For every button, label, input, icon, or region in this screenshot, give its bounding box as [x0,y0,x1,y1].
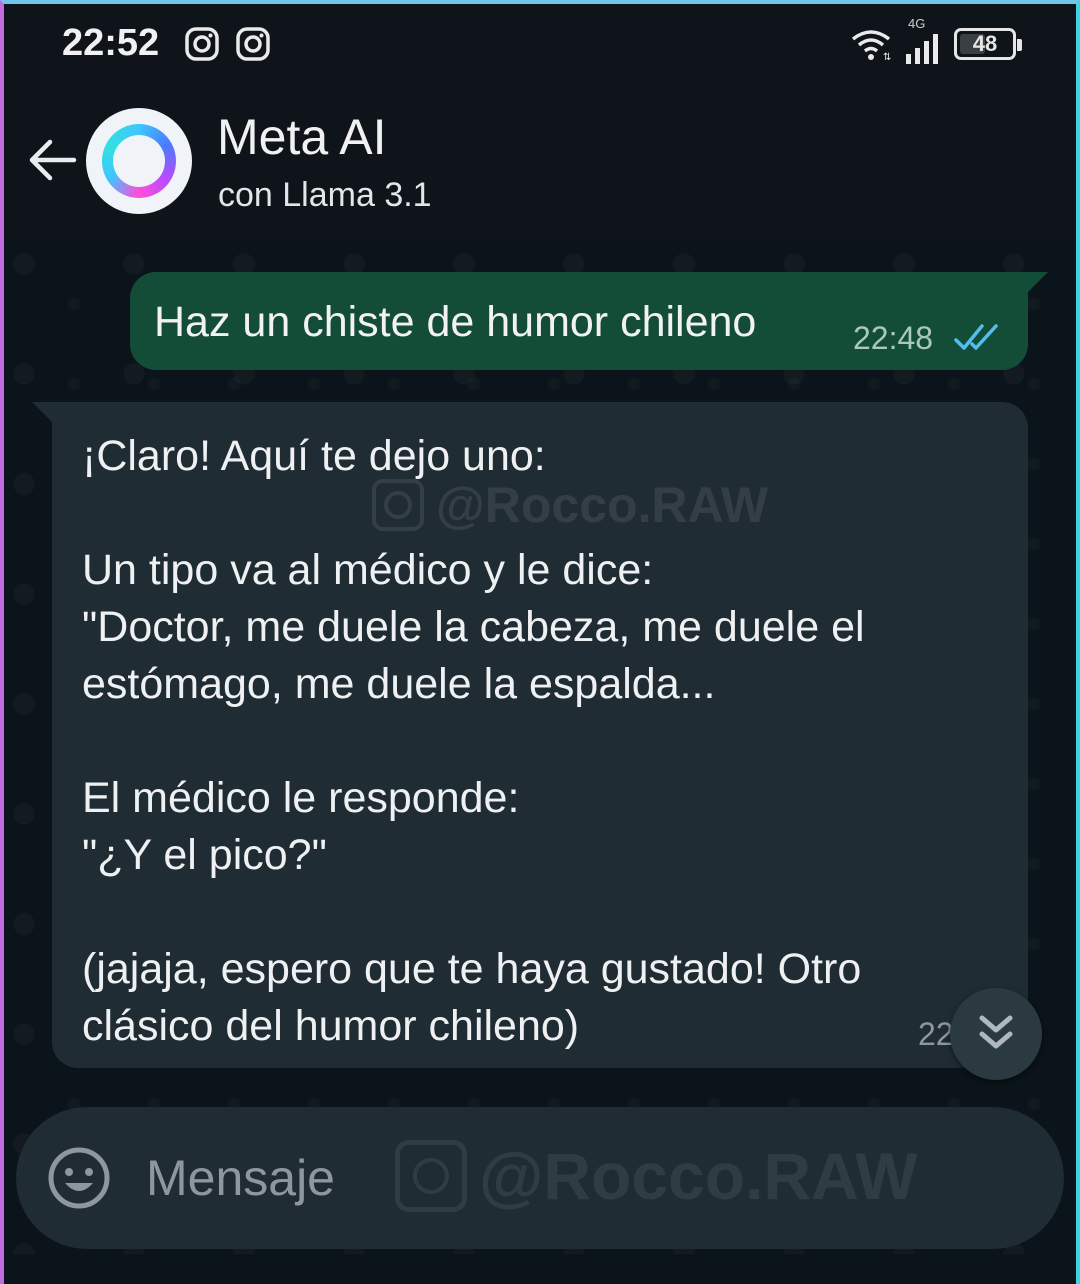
watermark: @Rocco.RAW [395,1138,917,1214]
watermark: @Rocco.RAW [372,476,768,534]
message-text: Haz un chiste de humor chileno [154,298,757,346]
message-time: 22 [918,1016,954,1052]
status-time: 22:52 [62,22,160,64]
battery-icon: 48 [954,28,1022,60]
instagram-watermark-icon [372,479,424,531]
status-bar: 22:52 ⇅ 4G 48 [4,4,1076,86]
watermark-text: @Rocco.RAW [479,1139,918,1213]
contact-name[interactable]: Meta AI [217,108,387,166]
message-input[interactable]: Mensaje [146,1149,335,1207]
instagram-watermark-icon [395,1140,467,1212]
instagram-icon [185,27,219,61]
wifi-icon: ⇅ [851,30,891,61]
svg-text:⇅: ⇅ [883,52,891,61]
outgoing-message-bubble[interactable]: Haz un chiste de humor chileno 22:48 [130,272,1048,370]
chat-header: Meta AI con Llama 3.1 [4,86,1076,244]
battery-level: 48 [972,31,998,56]
meta-ai-ring-icon [102,124,176,198]
message-time: 22:48 [853,320,934,356]
back-arrow-icon[interactable] [22,130,82,190]
watermark-text: @Rocco.RAW [436,477,769,533]
cellular-signal-icon: 4G [904,16,942,64]
network-type: 4G [908,16,926,31]
scroll-down-icon [979,1015,1013,1049]
emoji-icon[interactable] [46,1145,112,1211]
contact-subtitle: con Llama 3.1 [218,176,432,214]
contact-avatar[interactable] [86,108,192,214]
double-check-icon [954,324,998,350]
instagram-icon [236,27,270,61]
scroll-down-button[interactable] [950,988,1042,1080]
